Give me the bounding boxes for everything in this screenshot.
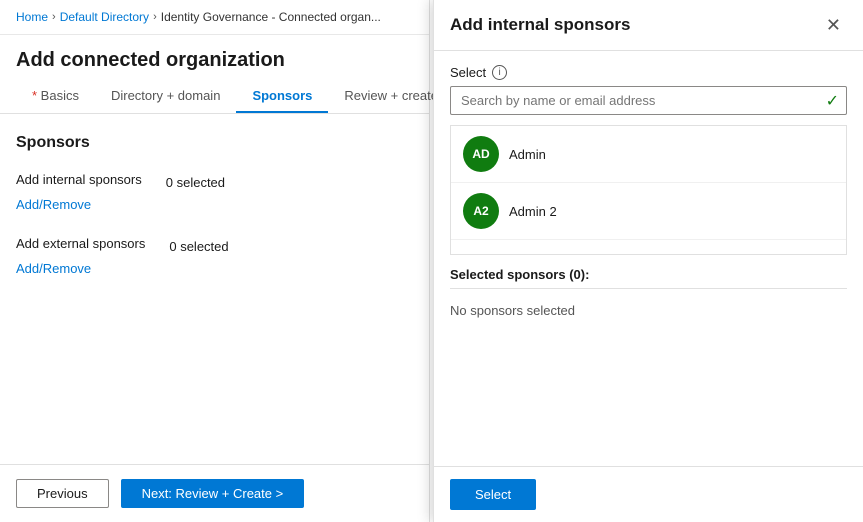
tab-sponsors[interactable]: Sponsors	[236, 80, 328, 113]
external-sponsors-add-remove[interactable]: Add/Remove	[16, 261, 413, 276]
panel-title: Add internal sponsors	[450, 15, 630, 35]
scroll-indicator-row: ⌄	[451, 240, 846, 255]
breadcrumb-sep-1: ›	[52, 11, 56, 23]
selected-sponsors-section: Selected sponsors (0): No sponsors selec…	[450, 267, 847, 326]
search-check-icon: ✓	[826, 91, 839, 111]
tab-directory-domain[interactable]: Directory + domain	[95, 80, 236, 113]
panel-footer: Select	[434, 466, 863, 522]
panel-header: Add internal sponsors ✕	[434, 0, 863, 51]
search-input[interactable]	[450, 86, 847, 115]
user-name-admin2: Admin 2	[509, 204, 557, 219]
breadcrumb-sep-2: ›	[153, 11, 157, 23]
scroll-down-icon: ⌄	[642, 246, 655, 255]
breadcrumb-home[interactable]: Home	[16, 10, 48, 24]
internal-sponsors-add-remove[interactable]: Add/Remove	[16, 197, 413, 212]
search-wrapper: ✓	[450, 86, 847, 115]
breadcrumb-governance: Identity Governance - Connected organ...	[161, 10, 381, 24]
panel-body: Select i ✓ AD Admin A2 Admin 2 ⌄ Selec	[434, 51, 863, 466]
select-label: Select	[450, 65, 486, 80]
select-button[interactable]: Select	[450, 479, 536, 510]
internal-sponsors-label: Add internal sponsors	[16, 172, 142, 187]
avatar-admin2: A2	[463, 193, 499, 229]
page-title: Add connected organization	[0, 35, 429, 80]
tab-basics[interactable]: Basics	[16, 80, 95, 113]
external-sponsors-label: Add external sponsors	[16, 236, 145, 251]
tabs: Basics Directory + domain Sponsors Revie…	[0, 80, 429, 114]
footer-buttons: Previous Next: Review + Create >	[0, 464, 429, 522]
internal-sponsors-row: Add internal sponsors 0 selected Add/Rem…	[16, 172, 413, 212]
info-icon: i	[492, 65, 507, 80]
main-page: Home › Default Directory › Identity Gove…	[0, 0, 430, 522]
user-name-admin: Admin	[509, 147, 546, 162]
users-list[interactable]: AD Admin A2 Admin 2 ⌄	[450, 125, 847, 255]
avatar-admin: AD	[463, 136, 499, 172]
previous-button[interactable]: Previous	[16, 479, 109, 508]
external-sponsors-count: 0 selected	[169, 239, 228, 254]
main-content: Sponsors Add internal sponsors 0 selecte…	[0, 114, 429, 464]
select-label-row: Select i	[450, 65, 847, 80]
external-sponsors-row: Add external sponsors 0 selected Add/Rem…	[16, 236, 413, 276]
no-sponsors-text: No sponsors selected	[450, 295, 847, 326]
internal-sponsors-count: 0 selected	[166, 175, 225, 190]
user-item-admin[interactable]: AD Admin	[451, 126, 846, 183]
breadcrumb: Home › Default Directory › Identity Gove…	[0, 0, 429, 35]
close-button[interactable]: ✕	[820, 14, 847, 36]
selected-sponsors-title: Selected sponsors (0):	[450, 267, 847, 289]
section-title: Sponsors	[16, 134, 413, 152]
user-item-admin2[interactable]: A2 Admin 2	[451, 183, 846, 240]
next-button[interactable]: Next: Review + Create >	[121, 479, 305, 508]
breadcrumb-directory[interactable]: Default Directory	[60, 10, 149, 24]
side-panel: Add internal sponsors ✕ Select i ✓ AD Ad…	[433, 0, 863, 522]
